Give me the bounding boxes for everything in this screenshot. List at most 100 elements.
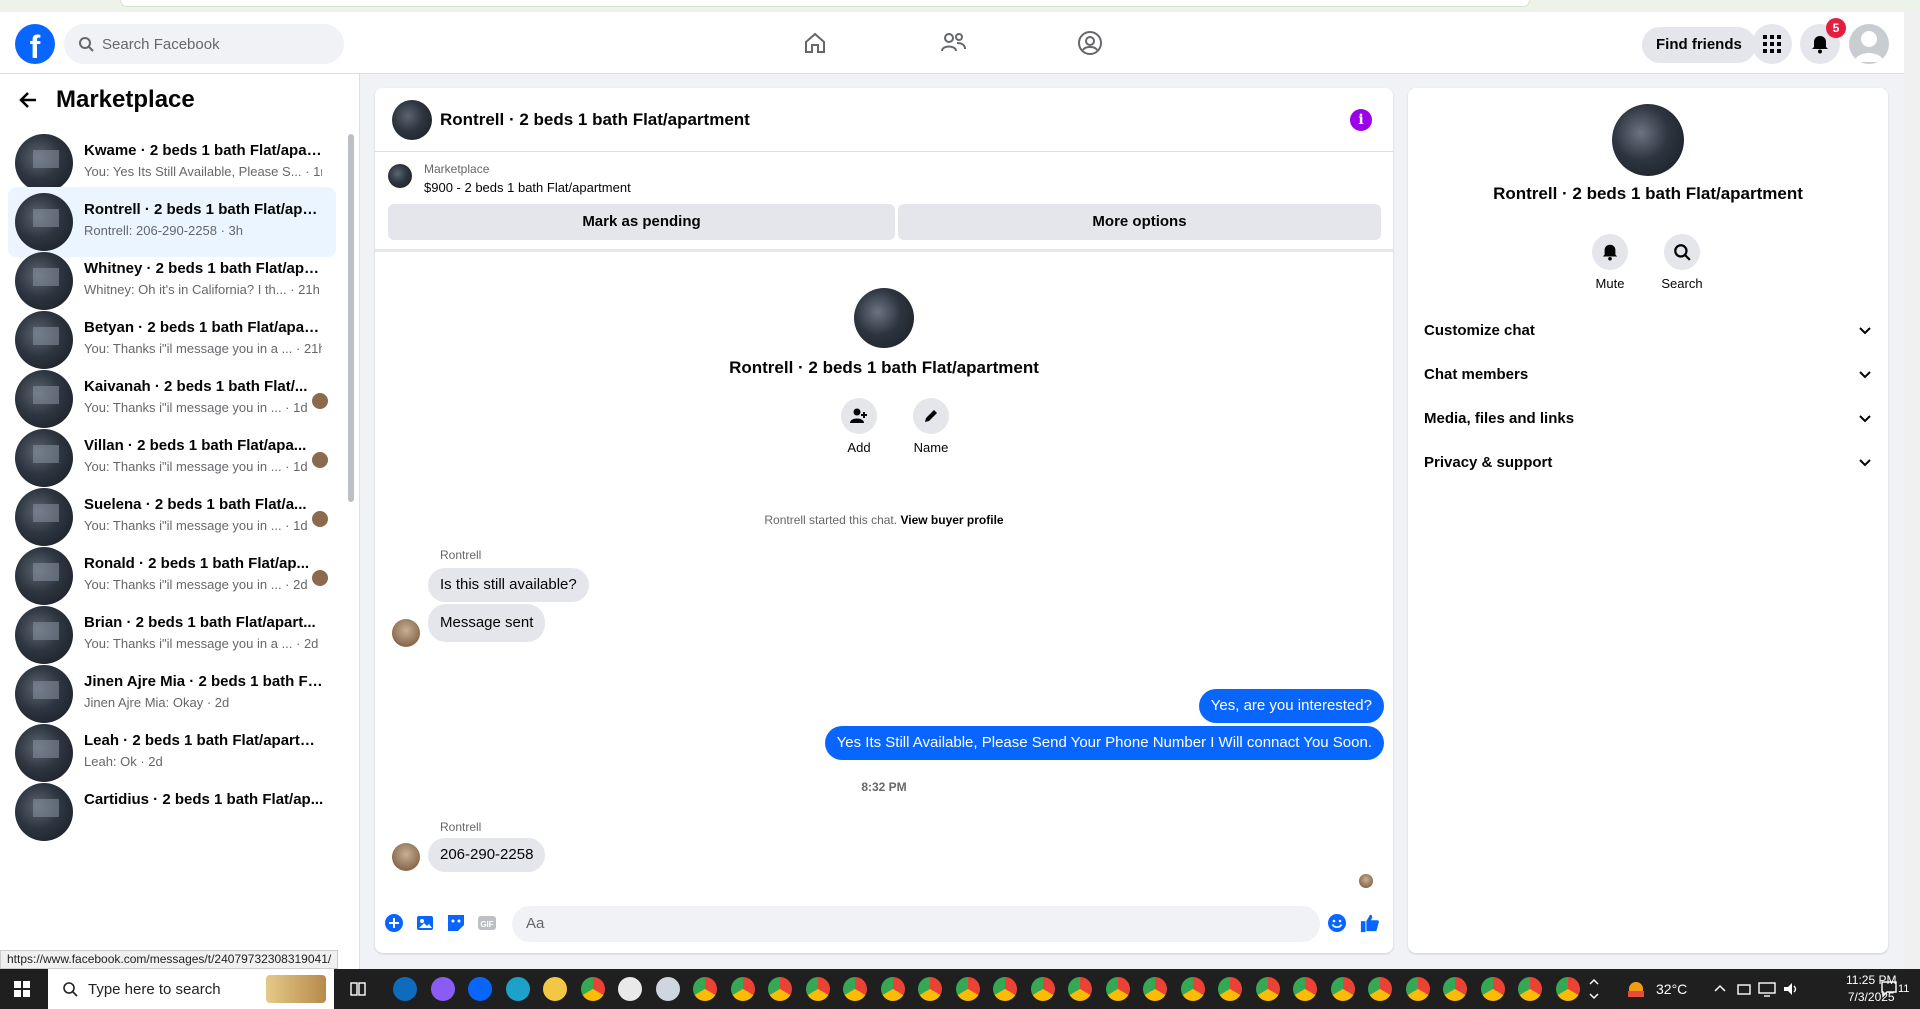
volume-icon[interactable] — [1782, 981, 1800, 997]
media-files-links-section[interactable]: Media, files and links — [1424, 400, 1872, 436]
notification-center-icon[interactable] — [1880, 980, 1898, 998]
more-actions-plus-icon[interactable] — [384, 913, 404, 933]
conversation-title: Whitney · 2 beds 1 bath Flat/apa... — [84, 260, 324, 277]
chrome-window-icon[interactable] — [1105, 977, 1130, 1001]
sender-avatar[interactable] — [392, 619, 420, 647]
sticker-icon[interactable] — [446, 913, 466, 933]
incoming-message-bubble[interactable]: Message sent — [428, 604, 546, 642]
menu-grid-icon[interactable] — [1752, 24, 1792, 64]
listing-price-title[interactable]: $900 - 2 beds 1 bath Flat/apartment — [424, 180, 631, 195]
view-buyer-profile-link[interactable]: View buyer profile — [900, 513, 1003, 527]
conversation-preview: Whitney: Oh it's in California? I th... … — [84, 282, 320, 297]
search-facebook-input[interactable]: Search Facebook — [64, 24, 344, 64]
facebook-app-icon[interactable] — [468, 977, 492, 1001]
chrome-window-icon[interactable] — [693, 977, 717, 1001]
gif-icon[interactable]: GIF — [477, 913, 497, 933]
conversation-preview: You: Thanks i"il message you in ... · 1d — [84, 400, 308, 415]
name-chat-action[interactable]: Name — [901, 398, 961, 455]
chrome-window-icon[interactable] — [880, 977, 905, 1001]
weather-temperature[interactable]: 32°C — [1656, 969, 1687, 1009]
chrome-window-icon[interactable] — [843, 977, 867, 1001]
chrome-icon[interactable] — [580, 977, 605, 1001]
paint-icon[interactable] — [655, 977, 680, 1001]
taskbar-overflow-chevron-icon[interactable] — [1588, 975, 1600, 1003]
chrome-window-icon[interactable] — [1068, 977, 1092, 1001]
outgoing-message-bubble[interactable]: Yes Its Still Available, Please Send You… — [824, 726, 1384, 760]
search-in-chat-action[interactable]: Search — [1652, 234, 1712, 291]
chrome-window-icon[interactable] — [1143, 977, 1167, 1001]
taskbar-search-box[interactable]: Type here to search — [48, 969, 334, 1009]
copilot-icon[interactable] — [430, 977, 455, 1001]
more-options-button[interactable]: More options — [898, 204, 1381, 240]
account-avatar[interactable] — [1849, 24, 1889, 64]
edge-icon[interactable] — [505, 977, 530, 1001]
incoming-message-bubble[interactable]: Is this still available? — [428, 568, 589, 602]
mute-action[interactable]: Mute — [1580, 234, 1640, 291]
chrome-window-icon[interactable] — [1443, 977, 1467, 1001]
status-bar-url: https://www.facebook.com/messages/t/2407… — [0, 950, 339, 969]
find-friends-button[interactable]: Find friends — [1642, 27, 1756, 63]
chrome-window-icon[interactable] — [1518, 977, 1542, 1001]
incoming-message-bubble[interactable]: 206-290-2258 — [428, 838, 546, 872]
conversation-item[interactable]: Cartidius · 2 beds 1 bath Flat/ap... — [8, 777, 336, 847]
groups-profile-icon[interactable] — [1075, 28, 1105, 58]
details-thumbnail[interactable] — [1612, 104, 1684, 176]
info-icon[interactable]: i — [1350, 109, 1372, 131]
chrome-window-icon[interactable] — [1218, 977, 1242, 1001]
chrome-window-icon[interactable] — [1180, 977, 1205, 1001]
store-icon[interactable] — [618, 977, 642, 1001]
search-label: Search — [1661, 276, 1703, 291]
conversation-title: Suelena · 2 beds 1 bath Flat/a... — [84, 496, 307, 513]
show-hidden-icons-icon[interactable] — [1714, 983, 1726, 995]
chrome-window-icon[interactable] — [1405, 977, 1430, 1001]
listing-thumbnail[interactable] — [388, 164, 412, 188]
chat-members-section[interactable]: Chat members — [1424, 356, 1872, 392]
chrome-window-icon[interactable] — [805, 977, 830, 1001]
chrome-window-icon[interactable] — [768, 977, 792, 1001]
message-input[interactable]: Aa — [512, 906, 1320, 942]
mute-label: Mute — [1595, 276, 1625, 291]
chrome-window-icon[interactable] — [1255, 977, 1280, 1001]
windows-start-icon[interactable] — [14, 981, 30, 997]
weather-icon[interactable] — [1624, 977, 1648, 1001]
chrome-window-icon[interactable] — [1368, 977, 1392, 1001]
task-view-icon[interactable] — [350, 981, 366, 997]
customize-chat-section[interactable]: Customize chat — [1424, 312, 1872, 348]
outlook-icon[interactable] — [393, 977, 417, 1001]
chrome-window-icon[interactable] — [1480, 977, 1505, 1001]
chrome-window-icon[interactable] — [955, 977, 980, 1001]
sidebar-scrollbar-thumb[interactable] — [348, 134, 354, 502]
chrome-window-icon[interactable] — [918, 977, 942, 1001]
chrome-window-icon[interactable] — [1030, 977, 1055, 1001]
chrome-window-icon[interactable] — [1293, 977, 1317, 1001]
network-icon[interactable] — [1758, 981, 1776, 997]
chrome-window-icon[interactable] — [730, 977, 755, 1001]
sender-avatar[interactable] — [392, 843, 420, 871]
conversation-title: Leah · 2 beds 1 bath Flat/apartm... — [84, 732, 324, 749]
conversation-thumbnail — [15, 783, 73, 841]
conversation-title: Kwame · 2 beds 1 bath Flat/apar... — [84, 142, 324, 159]
sidebar-scrollbar[interactable] — [346, 122, 356, 962]
chrome-window-icon[interactable] — [1555, 977, 1580, 1001]
chrome-window-icon[interactable] — [993, 977, 1017, 1001]
chat-title[interactable]: Rontrell · 2 beds 1 bath Flat/apartment — [440, 110, 750, 130]
chat-header: Rontrell · 2 beds 1 bath Flat/apartment … — [375, 88, 1393, 152]
page-scrollbar[interactable] — [1904, 12, 1920, 969]
emoji-icon[interactable] — [1327, 913, 1347, 933]
chat-header-thumbnail[interactable] — [392, 100, 432, 140]
facebook-logo-icon[interactable]: f — [15, 24, 55, 64]
message-sender-name: Rontrell — [440, 820, 482, 834]
chrome-window-icon[interactable] — [1330, 977, 1355, 1001]
privacy-support-section[interactable]: Privacy & support — [1424, 444, 1872, 480]
add-people-action[interactable]: Add — [829, 398, 889, 455]
meet-now-icon[interactable] — [1736, 981, 1752, 997]
notification-center-count: 11 — [1898, 983, 1910, 995]
mark-as-pending-button[interactable]: Mark as pending — [388, 204, 895, 240]
attach-photo-icon[interactable] — [415, 913, 435, 933]
file-explorer-icon[interactable] — [543, 977, 567, 1001]
back-arrow-icon[interactable] — [18, 90, 38, 110]
thumbs-up-icon[interactable] — [1360, 913, 1380, 933]
home-icon[interactable] — [800, 28, 830, 58]
outgoing-message-bubble[interactable]: Yes, are you interested? — [1198, 689, 1384, 723]
friends-icon[interactable] — [938, 28, 968, 58]
